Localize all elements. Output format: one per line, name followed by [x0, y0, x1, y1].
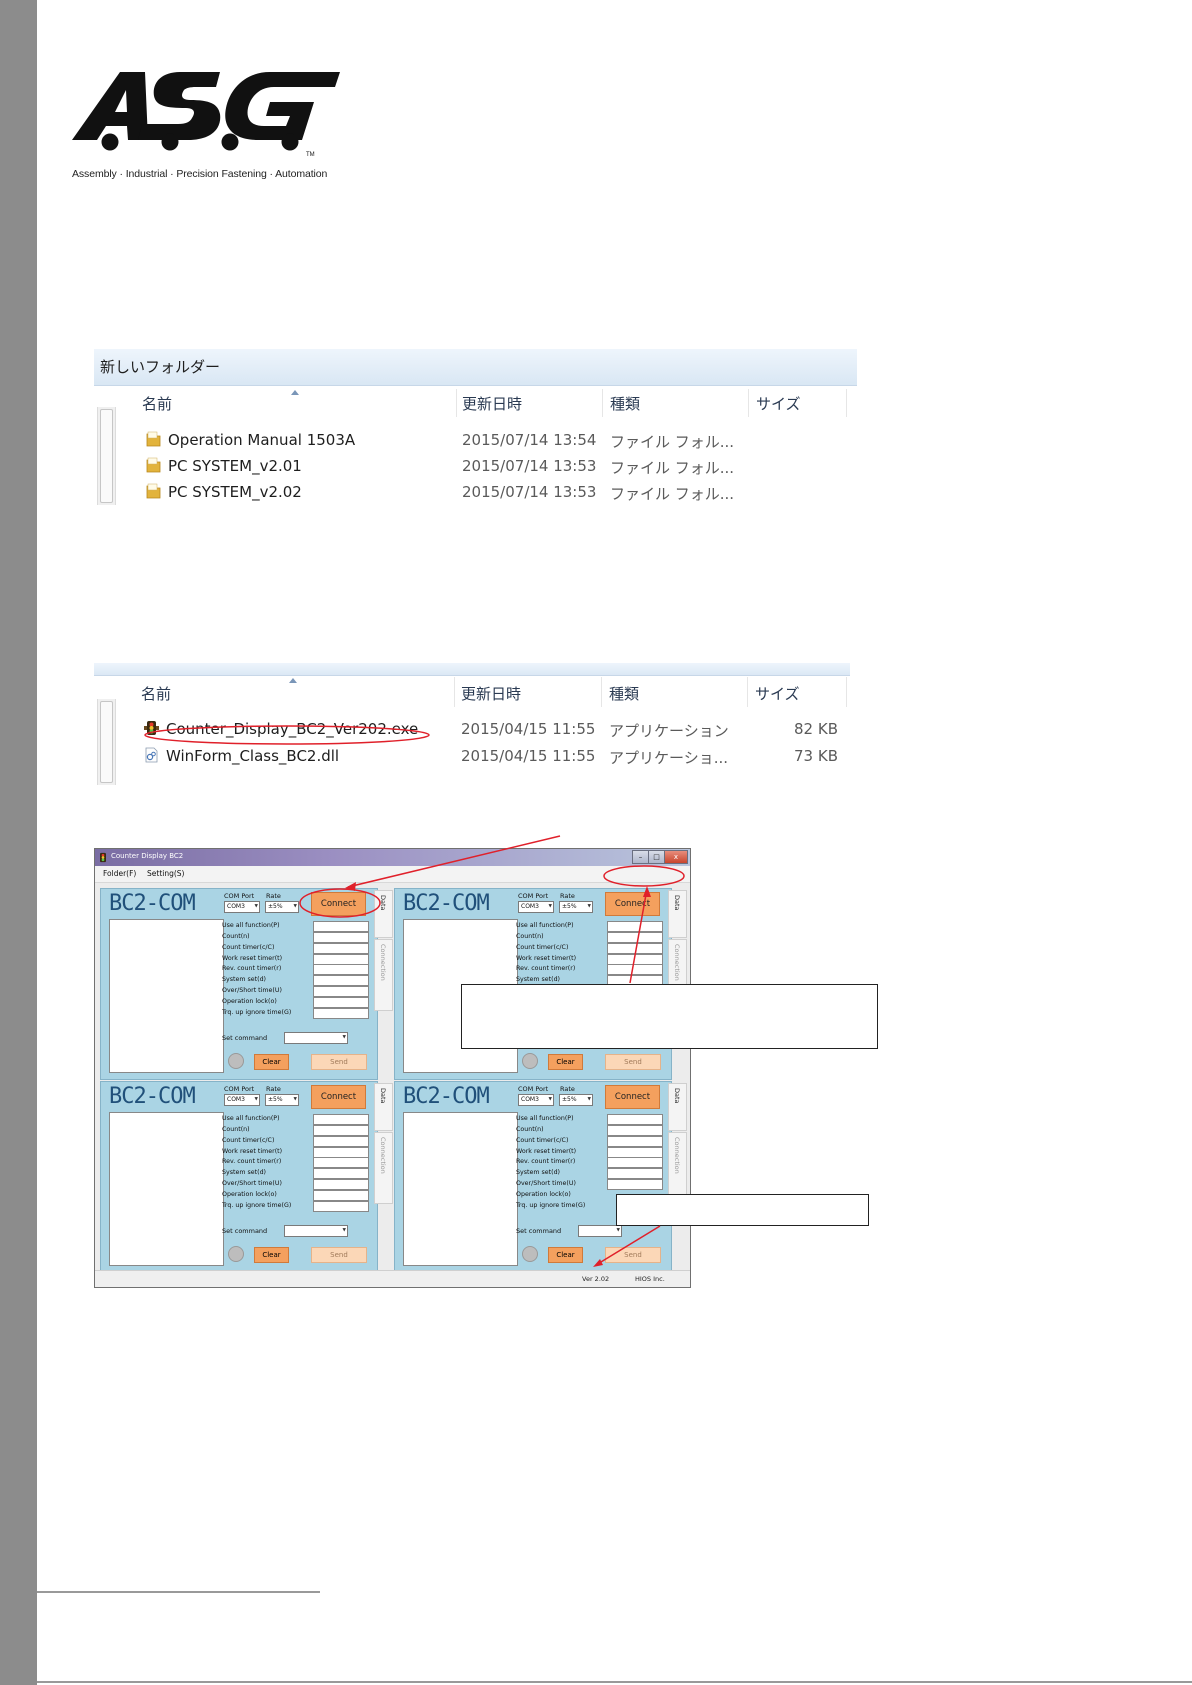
annotation-arrow-connect [347, 835, 561, 888]
annotation-ellipse-connect [299, 888, 381, 918]
annotation-ellipse-exe [144, 725, 430, 745]
arrowhead-icon [593, 1259, 603, 1267]
annotation-arrow-status [595, 1225, 661, 1266]
annotation-overlay [37, 725, 1192, 1683]
arrowhead-icon [643, 886, 651, 897]
annotation-ellipse-window-buttons [603, 865, 685, 887]
annotation-arrow-window-buttons [629, 888, 648, 984]
